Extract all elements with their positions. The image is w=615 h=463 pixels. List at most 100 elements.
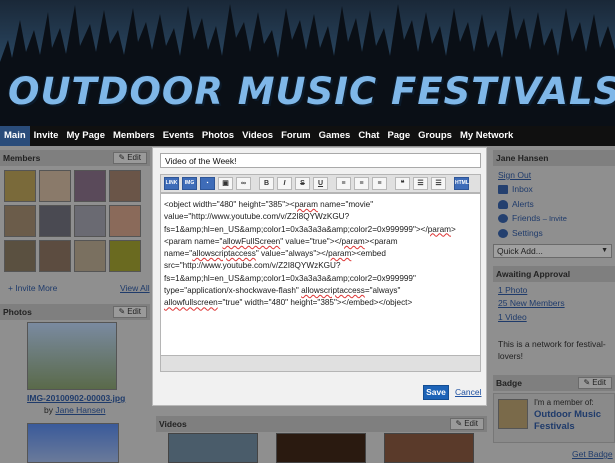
awaiting-approval-header: Awaiting Approval [493,266,615,282]
friends-invite-link[interactable]: – Invite [543,214,567,223]
pencil-icon: ✎ [118,153,126,162]
badge-member-text: I'm a member of: [534,398,594,407]
members-edit-button[interactable]: ✎ Edit [112,152,147,164]
insert-image-icon[interactable]: IMG [182,177,197,190]
badge-header: Badge ✎ Edit [493,375,615,391]
photos-title: Photos [3,307,32,317]
member-avatar[interactable] [4,240,36,272]
member-avatar[interactable] [109,240,141,272]
bulleted-list-icon[interactable]: ☰ [413,177,428,190]
html-editor-textarea[interactable]: <object width="480" height="385"><param … [160,193,481,356]
nav-tab-forum[interactable]: Forum [277,126,315,146]
align-right-icon[interactable]: ≡ [372,177,387,190]
pencil-icon: ✎ [118,307,126,316]
view-all-link[interactable]: View All [120,283,150,293]
nav-tab-chat[interactable]: Chat [354,126,383,146]
nav-tab-invite[interactable]: Invite [30,126,63,146]
member-avatar[interactable] [74,170,106,202]
cancel-link[interactable]: Cancel [455,387,481,397]
friends-icon [498,213,508,223]
videos-edit-button[interactable]: ✎ Edit [449,418,484,430]
site-title: OUTDOOR MUSIC FESTIVALS [8,70,615,113]
bold-icon[interactable]: B [259,177,274,190]
nav-tab-members[interactable]: Members [109,126,159,146]
nav-tab-my-page[interactable]: My Page [62,126,109,146]
get-badge-link[interactable]: Get Badge [572,449,613,459]
video-thumbnail[interactable] [384,433,474,463]
html-mode-icon[interactable]: HTML [454,177,469,190]
align-left-icon[interactable]: ≡ [336,177,351,190]
envelope-icon [498,184,508,194]
site-banner: OUTDOOR MUSIC FESTIVALS [0,0,615,126]
member-avatar[interactable] [74,205,106,237]
members-title: Members [3,153,41,163]
save-button[interactable]: Save [423,385,449,400]
photo-thumbnail[interactable] [27,423,119,463]
member-avatar[interactable] [39,205,71,237]
badge-network-name: Outdoor Music Festivals [534,409,602,432]
member-avatar[interactable] [4,205,36,237]
numbered-list-icon[interactable]: ☰ [431,177,446,190]
nav-tab-photos[interactable]: Photos [198,126,238,146]
pencil-icon: ✎ [455,419,463,428]
nav-tab-main[interactable]: Main [0,126,30,146]
video-title-input[interactable]: Video of the Week! [160,153,481,168]
chain-link-icon[interactable]: ∞ [236,177,251,190]
badge-avatar [498,399,528,429]
member-avatar[interactable] [39,170,71,202]
inbox-link[interactable]: Inbox [498,184,533,194]
photo-thumbnail[interactable] [27,322,117,390]
nav-tab-groups[interactable]: Groups [414,126,456,146]
member-avatar[interactable] [39,240,71,272]
blockquote-icon[interactable]: ❝ [395,177,410,190]
awaiting-members-link[interactable]: 25 New Members [498,298,565,308]
italic-icon[interactable]: I [277,177,292,190]
badge-title: Badge [496,378,522,388]
gear-icon [498,228,508,238]
members-header: Members ✎ Edit [0,150,150,166]
member-avatar[interactable] [4,170,36,202]
awaiting-video-link[interactable]: 1 Video [498,312,527,322]
nav-tab-my-network[interactable]: My Network [456,126,517,146]
quick-add-select[interactable]: Quick Add... ▼ [493,244,612,258]
sign-out-link[interactable]: Sign Out [498,170,531,180]
video-embed-dialog: Video of the Week! LINK IMG ▪ ▣ ∞ B I S … [152,147,487,406]
main-nav: Main Invite My Page Members Events Photo… [0,126,615,146]
member-avatar[interactable] [74,240,106,272]
align-center-icon[interactable]: ≡ [354,177,369,190]
insert-video-icon[interactable]: ▣ [218,177,233,190]
bell-icon [498,199,508,209]
insert-link-icon[interactable]: LINK [164,177,179,190]
member-avatar[interactable] [109,205,141,237]
nav-tab-videos[interactable]: Videos [238,126,277,146]
photo-by-line: by Jane Hansen [44,405,106,415]
video-thumbnail[interactable] [276,433,366,463]
photos-header: Photos ✎ Edit [0,304,150,320]
editor-toolbar: LINK IMG ▪ ▣ ∞ B I S U ≡ ≡ ≡ ❝ ☰ ☰ HTML [160,174,481,193]
underline-icon[interactable]: U [313,177,328,190]
badge-edit-button[interactable]: ✎ Edit [577,377,612,389]
video-thumbnail[interactable] [168,433,258,463]
nav-tab-events[interactable]: Events [159,126,198,146]
member-avatar[interactable] [109,170,141,202]
photo-caption-link[interactable]: IMG-20100902-00003.jpg [27,393,147,403]
alerts-link[interactable]: Alerts [498,199,534,209]
invite-more-link[interactable]: + Invite More [8,283,57,293]
member-badge[interactable]: I'm a member of: Outdoor Music Festivals [493,393,615,443]
nav-tab-page[interactable]: Page [383,126,414,146]
strikethrough-icon[interactable]: S [295,177,310,190]
chevron-down-icon: ▼ [601,247,608,254]
user-header: Jane Hansen [493,150,615,166]
awaiting-photo-link[interactable]: 1 Photo [498,285,527,295]
nav-tab-games[interactable]: Games [315,126,355,146]
insert-media-icon[interactable]: ▪ [200,177,215,190]
settings-link[interactable]: Settings [498,228,543,238]
editor-status-bar [160,355,481,372]
videos-title: Videos [159,419,187,429]
videos-header: Videos ✎ Edit [156,416,487,432]
photos-edit-button[interactable]: ✎ Edit [112,306,147,318]
friends-link[interactable]: Friends – Invite [498,213,567,223]
photo-author-link[interactable]: Jane Hansen [55,405,105,415]
member-thumbnails [4,170,147,272]
pencil-icon: ✎ [583,378,591,387]
